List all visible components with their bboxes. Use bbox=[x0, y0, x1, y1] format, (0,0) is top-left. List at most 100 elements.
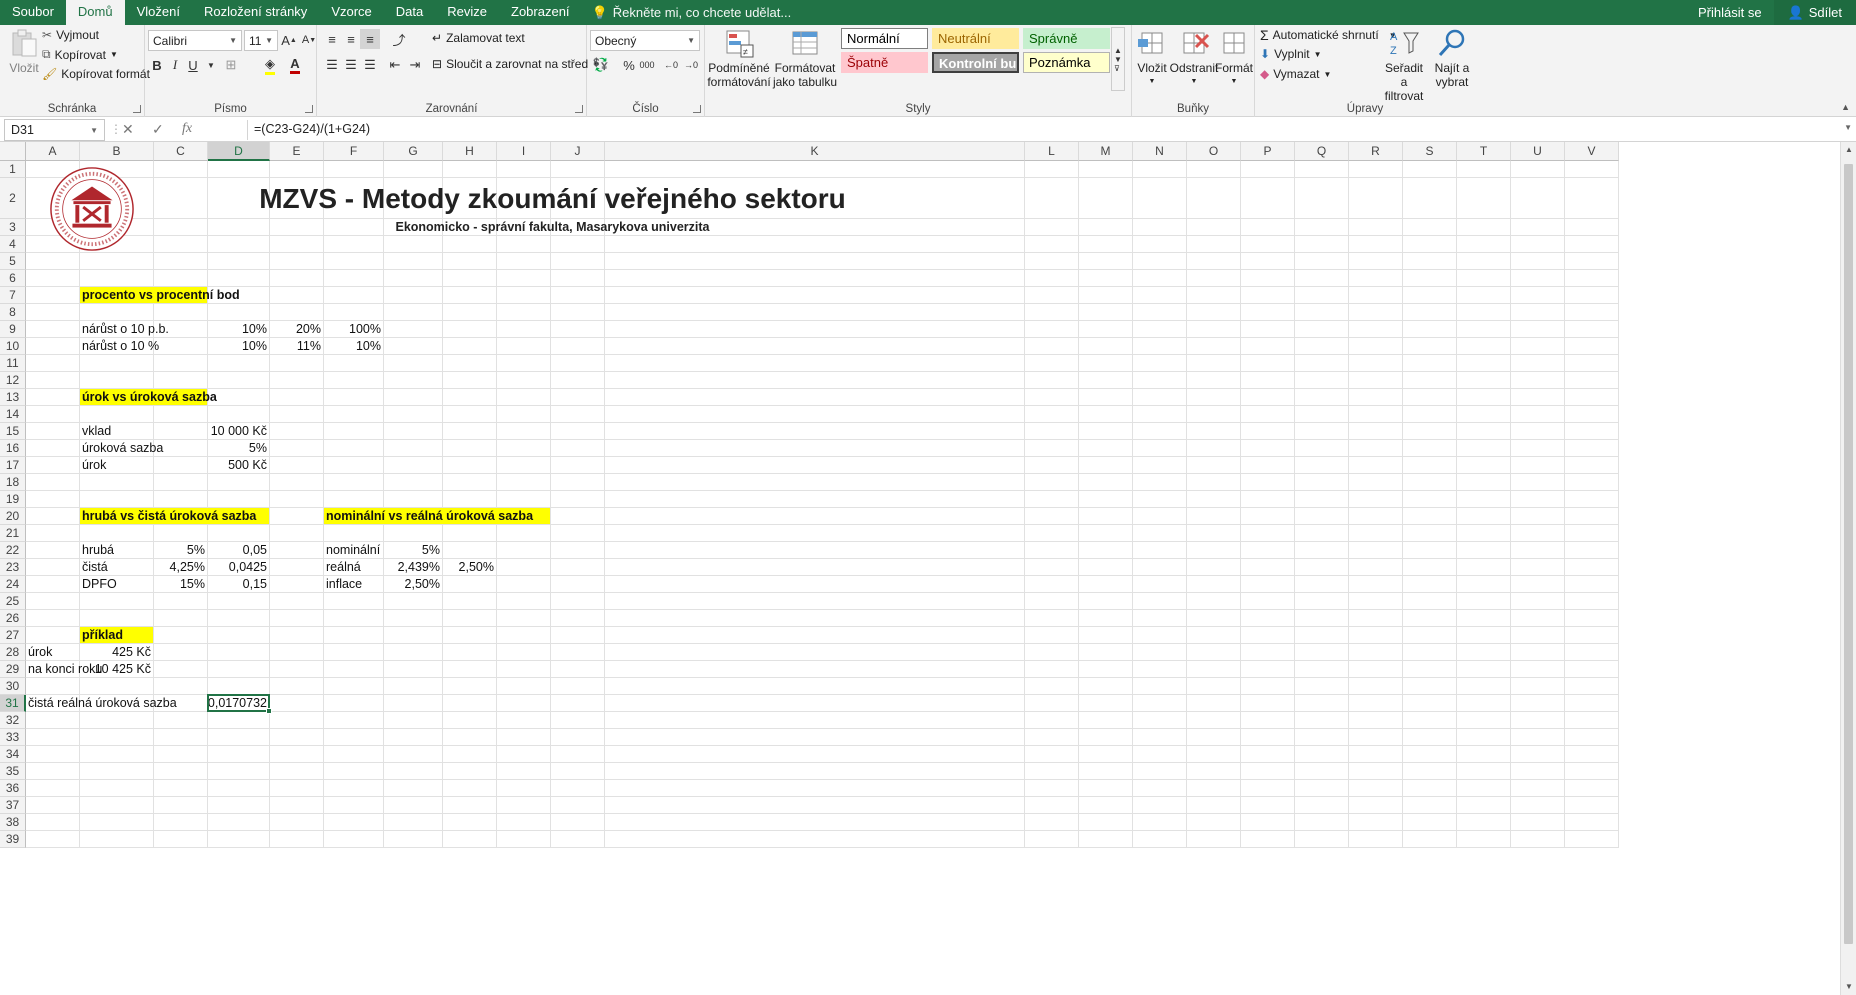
row-header-31[interactable]: 31 bbox=[0, 695, 26, 712]
row-header-33[interactable]: 33 bbox=[0, 729, 26, 746]
conditional-formatting-button[interactable]: ≠ Podmíněné formátování bbox=[707, 27, 771, 89]
column-header-O[interactable]: O bbox=[1187, 142, 1241, 161]
cell-style-0[interactable]: Normální bbox=[841, 28, 928, 49]
vertical-scrollbar[interactable]: ▲ ▼ bbox=[1840, 142, 1856, 995]
clipboard-launcher[interactable] bbox=[133, 105, 141, 113]
cell-style-2[interactable]: Správně bbox=[1023, 28, 1110, 49]
cell-A28[interactable]: úrok bbox=[26, 644, 79, 660]
collapse-ribbon-icon[interactable]: ▲ bbox=[1841, 102, 1850, 112]
autosum-button[interactable]: Σ Automatické shrnutí ▼ bbox=[1260, 27, 1397, 43]
styles-scroll[interactable]: ▲ ▼ ⊽ bbox=[1111, 27, 1125, 91]
expand-formula-icon[interactable]: ▼ bbox=[1844, 123, 1852, 132]
cell-F22[interactable]: nominální bbox=[324, 542, 383, 558]
cell-B16[interactable]: úroková sazba bbox=[80, 440, 165, 456]
cell-B27[interactable]: příklad bbox=[80, 627, 153, 643]
fill-color-icon[interactable]: ◈ bbox=[260, 55, 280, 75]
row-header-30[interactable]: 30 bbox=[0, 678, 26, 695]
column-header-I[interactable]: I bbox=[497, 142, 551, 161]
column-header-T[interactable]: T bbox=[1457, 142, 1511, 161]
row-header-5[interactable]: 5 bbox=[0, 253, 26, 270]
row-header-14[interactable]: 14 bbox=[0, 406, 26, 423]
column-header-E[interactable]: E bbox=[270, 142, 324, 161]
worksheet-grid[interactable]: A B C D E F G H I J K L M N O P Q R S T U V 1 2 3 4 5 6 7 8 9 10 11 12 13 1… bbox=[0, 142, 1840, 994]
cell-D9[interactable]: 10% bbox=[208, 321, 269, 337]
fill-handle[interactable] bbox=[266, 708, 272, 714]
format-cells-button[interactable]: Formát ▼ bbox=[1215, 27, 1253, 89]
row-header-10[interactable]: 10 bbox=[0, 338, 26, 355]
clear-button[interactable]: ◆ Vymazat ▼ bbox=[1260, 67, 1331, 81]
cell-H23[interactable]: 2,50% bbox=[443, 559, 496, 575]
cell-B29[interactable]: 10 425 Kč bbox=[80, 661, 153, 677]
cell-E10[interactable]: 11% bbox=[270, 338, 323, 354]
row-header-32[interactable]: 32 bbox=[0, 712, 26, 729]
row-header-39[interactable]: 39 bbox=[0, 831, 26, 848]
row-header-24[interactable]: 24 bbox=[0, 576, 26, 593]
row-header-4[interactable]: 4 bbox=[0, 236, 26, 253]
cell-D24[interactable]: 0,15 bbox=[208, 576, 269, 592]
cell-B23[interactable]: čistá bbox=[80, 559, 153, 575]
row-header-3[interactable]: 3 bbox=[0, 219, 26, 236]
font-color-icon[interactable]: A bbox=[285, 55, 305, 75]
row-header-21[interactable]: 21 bbox=[0, 525, 26, 542]
row-header-28[interactable]: 28 bbox=[0, 644, 26, 661]
column-header-B[interactable]: B bbox=[80, 142, 154, 161]
cell-B24[interactable]: DPFO bbox=[80, 576, 153, 592]
shrink-font-button[interactable]: A ▼ bbox=[299, 30, 319, 50]
cell-style-5[interactable]: Poznámka bbox=[1023, 52, 1110, 73]
font-name-select[interactable]: Calibri ▼ bbox=[148, 30, 242, 51]
paste-button[interactable]: Vložit bbox=[4, 27, 44, 75]
row-header-1[interactable]: 1 bbox=[0, 161, 26, 178]
tell-me-box[interactable]: 💡 Řekněte mi, co chcete udělat... bbox=[592, 5, 792, 21]
align-right-icon[interactable]: ☰ bbox=[360, 55, 380, 75]
tab-2[interactable]: Vložení bbox=[125, 0, 192, 25]
font-launcher[interactable] bbox=[305, 105, 313, 113]
insert-function-icon[interactable]: fx bbox=[182, 121, 192, 137]
column-header-V[interactable]: V bbox=[1565, 142, 1619, 161]
cell-B15[interactable]: vklad bbox=[80, 423, 153, 439]
cell-C22[interactable]: 5% bbox=[154, 542, 207, 558]
cell-F10[interactable]: 10% bbox=[324, 338, 383, 354]
column-header-R[interactable]: R bbox=[1349, 142, 1403, 161]
merge-center-button[interactable]: ⊟ Sloučit a zarovnat na střed ▼ bbox=[432, 57, 600, 71]
scroll-up-icon[interactable]: ▲ bbox=[1841, 142, 1856, 158]
currency-icon[interactable]: 💱 bbox=[591, 55, 611, 75]
cell-G24[interactable]: 2,50% bbox=[384, 576, 442, 592]
row-header-15[interactable]: 15 bbox=[0, 423, 26, 440]
cell-D23[interactable]: 0,0425 bbox=[208, 559, 269, 575]
row-header-35[interactable]: 35 bbox=[0, 763, 26, 780]
cell-B9[interactable]: nárůst o 10 p.b. bbox=[80, 321, 171, 337]
cell-style-1[interactable]: Neutrální bbox=[932, 28, 1019, 49]
row-header-25[interactable]: 25 bbox=[0, 593, 26, 610]
row-header-16[interactable]: 16 bbox=[0, 440, 26, 457]
scroll-thumb[interactable] bbox=[1844, 164, 1853, 944]
align-bottom-icon[interactable]: ≡ bbox=[360, 29, 380, 49]
cell-B13[interactable]: úrok vs úroková sazba bbox=[80, 389, 217, 405]
align-left-icon[interactable]: ☰ bbox=[322, 55, 342, 75]
column-header-C[interactable]: C bbox=[154, 142, 208, 161]
cell-B20[interactable]: hrubá vs čistá úroková sazba bbox=[80, 508, 269, 524]
find-select-button[interactable]: Najít a vybrat bbox=[1430, 27, 1474, 89]
row-header-38[interactable]: 38 bbox=[0, 814, 26, 831]
tab-1[interactable]: Domů bbox=[65, 0, 125, 25]
cell-B28[interactable]: 425 Kč bbox=[80, 644, 153, 660]
tab-5[interactable]: Data bbox=[384, 0, 435, 25]
row-header-12[interactable]: 12 bbox=[0, 372, 26, 389]
row-header-6[interactable]: 6 bbox=[0, 270, 26, 287]
column-header-F[interactable]: F bbox=[324, 142, 384, 161]
cell-B17[interactable]: úrok bbox=[80, 457, 153, 473]
tab-6[interactable]: Revize bbox=[435, 0, 499, 25]
tab-7[interactable]: Zobrazení bbox=[499, 0, 582, 25]
formula-input[interactable]: =(C23-G24)/(1+G24) bbox=[247, 120, 1836, 140]
cell-style-4[interactable]: Kontrolní bu... bbox=[932, 52, 1019, 73]
row-header-27[interactable]: 27 bbox=[0, 627, 26, 644]
format-as-table-button[interactable]: Formátovat jako tabulku bbox=[771, 27, 839, 89]
underline-dropdown[interactable]: ▼ bbox=[201, 55, 221, 75]
align-top-icon[interactable]: ≡ bbox=[322, 29, 342, 49]
tab-4[interactable]: Vzorce bbox=[319, 0, 383, 25]
row-header-22[interactable]: 22 bbox=[0, 542, 26, 559]
cell-D16[interactable]: 5% bbox=[208, 440, 269, 456]
increase-decimal-icon[interactable]: ←0 bbox=[661, 55, 681, 75]
increase-indent-icon[interactable]: ⇥ bbox=[405, 55, 425, 75]
row-header-17[interactable]: 17 bbox=[0, 457, 26, 474]
column-header-P[interactable]: P bbox=[1241, 142, 1295, 161]
